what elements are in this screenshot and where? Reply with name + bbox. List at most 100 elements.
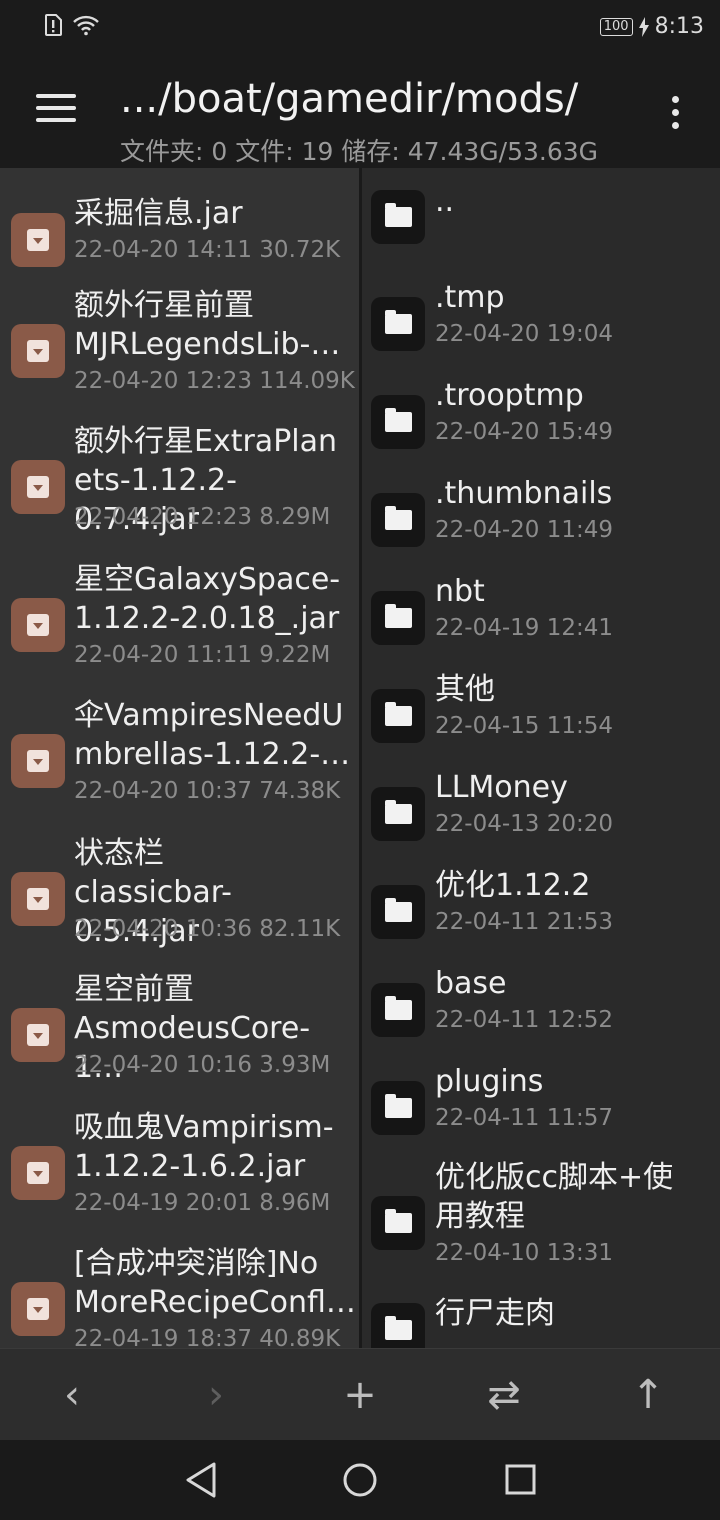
file-meta: 22-04-20 12:23 8.29M (74, 504, 331, 530)
archive-icon (11, 1282, 65, 1336)
swap-icon: ⇄ (487, 1372, 521, 1418)
arrow-up-icon: ↑ (631, 1372, 665, 1418)
hamburger-menu-icon[interactable] (36, 94, 76, 124)
file-name: 吸血鬼Vampirism- 1.12.2-1.6.2.jar (74, 1110, 334, 1184)
charging-icon (638, 16, 649, 37)
file-list-item[interactable]: 额外行星前置 MJRLegendsLib-… 22-04-20 12:23 114… (0, 288, 359, 410)
folder-list-item[interactable]: plugins 22-04-11 11:57 (362, 1064, 720, 1147)
file-name: 采掘信息.jar (74, 196, 243, 231)
folder-meta: 22-04-10 13:31 (435, 1240, 613, 1266)
archive-icon (11, 734, 65, 788)
chevron-left-icon: ‹ (64, 1372, 80, 1418)
folder-name: plugins (435, 1064, 544, 1099)
folder-list-item[interactable]: 其他 22-04-15 11:54 (362, 672, 720, 755)
file-list-item[interactable]: 吸血鬼Vampirism- 1.12.2-1.6.2.jar 22-04-19 2… (0, 1110, 359, 1232)
folder-list-item[interactable]: 行尸走肉 (362, 1296, 720, 1348)
nav-home-icon[interactable] (342, 1460, 378, 1500)
action-bar: ‹ › + ⇄ ↑ (0, 1348, 720, 1441)
chevron-right-icon: › (208, 1372, 224, 1418)
file-list-pane[interactable]: 采掘信息.jar 22-04-20 14:11 30.72K 额外行星前置 MJRL… (0, 168, 359, 1348)
folder-meta: 22-04-13 20:20 (435, 811, 613, 837)
folder-icon (371, 296, 425, 351)
folder-meta: 22-04-11 21:53 (435, 909, 613, 935)
folder-name: base (435, 966, 507, 1001)
folder-list-pane[interactable]: .. .tmp 22-04-20 19:04 .trooptmp 22-04-20 15… (362, 168, 720, 1348)
folder-icon (371, 1302, 425, 1348)
folder-meta: 22-04-20 15:49 (435, 419, 613, 445)
folder-icon (371, 1196, 425, 1250)
archive-icon (11, 212, 65, 267)
add-button[interactable]: + (332, 1367, 388, 1423)
archive-icon (11, 324, 65, 378)
folder-list-item[interactable]: .thumbnails 22-04-20 11:49 (362, 476, 720, 559)
folder-icon (371, 590, 425, 645)
folder-name: 优化版cc脚本+使 用教程 (435, 1160, 674, 1234)
status-right: 100 8:13 (599, 14, 704, 39)
clock: 8:13 (654, 14, 704, 39)
archive-icon (11, 1008, 65, 1062)
folder-list-item[interactable]: 优化版cc脚本+使 用教程 22-04-10 13:31 (362, 1160, 720, 1282)
file-meta: 22-04-19 20:01 8.96M (74, 1190, 331, 1216)
file-meta: 22-04-20 10:37 74.38K (74, 778, 341, 804)
folder-name: LLMoney (435, 770, 568, 805)
file-name: 伞VampiresNeedU mbrellas-1.12.2-… (74, 698, 351, 772)
folder-list-item[interactable]: .trooptmp 22-04-20 15:49 (362, 378, 720, 461)
folder-icon (371, 394, 425, 449)
system-nav-bar (0, 1440, 720, 1520)
sim-alert-icon (45, 14, 62, 36)
folder-list-item[interactable]: 优化1.12.2 22-04-11 21:53 (362, 868, 720, 951)
file-list-item[interactable]: 星空前置 AsmodeusCore-1… 22-04-20 10:16 3.93M (0, 972, 359, 1094)
wifi-icon (73, 15, 99, 36)
file-meta: 22-04-20 11:11 9.22M (74, 642, 331, 668)
folder-icon (371, 688, 425, 743)
folder-meta: 22-04-11 12:52 (435, 1007, 613, 1033)
nav-recents-icon[interactable] (504, 1460, 536, 1500)
parent-dir-button[interactable]: ↑ (620, 1367, 676, 1423)
file-name: 星空GalaxySpace- 1.12.2-2.0.18_.jar (74, 562, 341, 636)
folder-icon (371, 884, 425, 939)
archive-icon (11, 1146, 65, 1200)
folder-name: 优化1.12.2 (435, 868, 591, 903)
file-list-item[interactable]: 星空GalaxySpace- 1.12.2-2.0.18_.jar 22-04-2… (0, 562, 359, 684)
back-button[interactable]: ‹ (44, 1367, 100, 1423)
folder-name: 其他 (435, 672, 495, 707)
file-list-item[interactable]: 伞VampiresNeedU mbrellas-1.12.2-… 22-04-20… (0, 698, 359, 820)
folder-icon (371, 492, 425, 547)
battery-icon: 100 (599, 17, 633, 36)
file-meta: 22-04-20 10:16 3.93M (74, 1052, 331, 1078)
file-meta: 22-04-19 18:37 40.89K (74, 1326, 341, 1348)
status-left (44, 14, 100, 36)
archive-icon (11, 872, 65, 926)
folder-meta: 22-04-19 12:41 (435, 615, 613, 641)
folder-summary: 文件夹: 0 文件: 19 储存: 47.43G/53.63G (120, 137, 599, 166)
file-meta: 22-04-20 12:23 114.09K (74, 368, 355, 394)
file-list-item[interactable]: 额外行星ExtraPlan ets-1.12.2-0.7.4.jar 22-04-… (0, 424, 359, 546)
file-list-item[interactable]: 状态栏 classicbar-0.5.4.jar 22-04-20 10:36 8… (0, 836, 359, 958)
folder-icon (371, 1080, 425, 1135)
folder-name: .thumbnails (435, 476, 613, 511)
folder-list-item[interactable]: nbt 22-04-19 12:41 (362, 574, 720, 657)
current-path: .../boat/gamedir/mods/ (120, 76, 579, 122)
app-toolbar: .../boat/gamedir/mods/ 文件夹: 0 文件: 19 储存:… (0, 58, 720, 168)
file-list-item[interactable]: [合成冲突消除]No MoreRecipeConfl… 22-04-19 18:3… (0, 1246, 359, 1348)
more-vertical-icon[interactable] (672, 96, 680, 135)
file-name: [合成冲突消除]No MoreRecipeConfl… (74, 1246, 356, 1320)
folder-list-item[interactable]: LLMoney 22-04-13 20:20 (362, 770, 720, 853)
folder-list-item[interactable]: base 22-04-11 12:52 (362, 966, 720, 1049)
file-meta: 22-04-20 14:11 30.72K (74, 237, 341, 263)
folder-meta: 22-04-20 11:49 (435, 517, 613, 543)
folder-icon (371, 786, 425, 841)
file-list-item[interactable]: 采掘信息.jar 22-04-20 14:11 30.72K (0, 196, 359, 279)
swap-panes-button[interactable]: ⇄ (476, 1367, 532, 1423)
folder-list-item[interactable]: .tmp 22-04-20 19:04 (362, 280, 720, 363)
folder-list-item[interactable]: .. (362, 184, 720, 247)
folder-icon (371, 982, 425, 1037)
forward-button[interactable]: › (188, 1367, 244, 1423)
file-name: 额外行星前置 MJRLegendsLib-… (74, 288, 341, 362)
folder-meta: 22-04-15 11:54 (435, 713, 613, 739)
folder-name: .tmp (435, 280, 505, 315)
folder-name: .trooptmp (435, 378, 584, 413)
nav-back-icon[interactable] (184, 1460, 218, 1500)
archive-icon (11, 598, 65, 652)
folder-meta: 22-04-20 19:04 (435, 321, 613, 347)
